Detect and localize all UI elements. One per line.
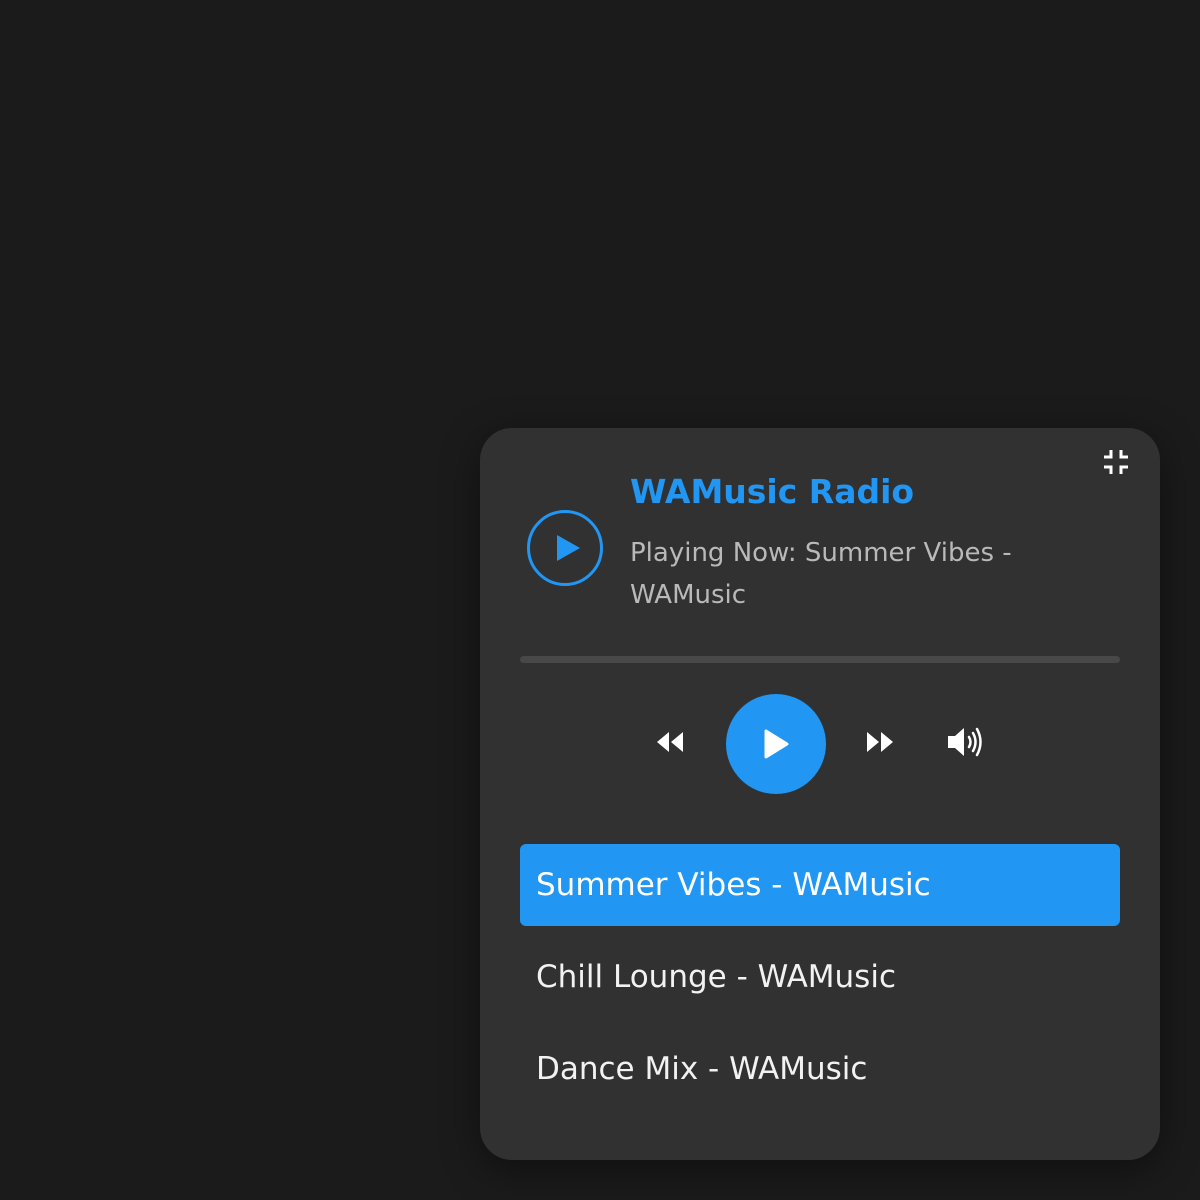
station-title: WAMusic Radio [630, 472, 915, 511]
play-button[interactable] [726, 694, 826, 794]
progress-bar[interactable] [520, 656, 1120, 663]
radio-player-widget: WAMusic Radio Playing Now: Summer Vibes … [480, 428, 1160, 1160]
rewind-button[interactable] [654, 726, 686, 758]
volume-icon [948, 727, 982, 757]
playlist-item-label: Summer Vibes - WAMusic [536, 867, 931, 903]
playlist-item-summer-vibes[interactable]: Summer Vibes - WAMusic [520, 844, 1120, 926]
play-icon [764, 729, 789, 759]
playlist: Summer Vibes - WAMusic Chill Lounge - WA… [520, 844, 1120, 1120]
fast-forward-icon [867, 732, 893, 752]
play-icon [557, 535, 580, 561]
station-play-button[interactable] [527, 510, 603, 586]
minimize-icon[interactable] [1102, 448, 1130, 476]
playlist-item-dance-mix[interactable]: Dance Mix - WAMusic [520, 1028, 1120, 1110]
playlist-item-chill-lounge[interactable]: Chill Lounge - WAMusic [520, 936, 1120, 1018]
rewind-icon [657, 732, 683, 752]
volume-button[interactable] [946, 724, 984, 760]
playlist-item-label: Chill Lounge - WAMusic [536, 959, 896, 995]
playlist-item-label: Dance Mix - WAMusic [536, 1051, 868, 1087]
now-playing-text: Playing Now: Summer Vibes - WAMusic [630, 538, 1012, 610]
fast-forward-button[interactable] [864, 726, 896, 758]
